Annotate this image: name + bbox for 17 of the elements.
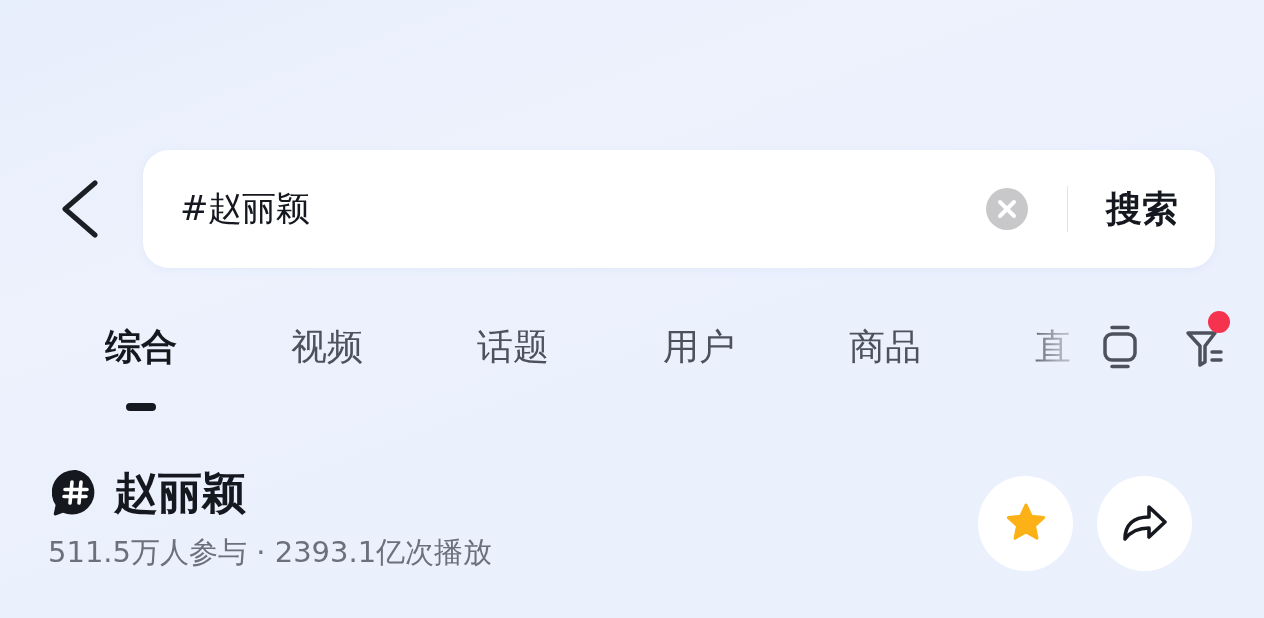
watch-button[interactable] [1103, 325, 1137, 369]
back-button[interactable] [60, 179, 100, 239]
tab[interactable]: 视频 [291, 325, 363, 369]
tab[interactable]: 话题 [477, 325, 549, 369]
search-button[interactable]: 搜索 [1106, 186, 1178, 232]
watch-icon [1103, 325, 1137, 369]
back-icon [62, 180, 98, 238]
star-icon [1004, 503, 1047, 543]
search-field[interactable]: #赵丽颖 搜索 [143, 150, 1215, 268]
tab[interactable]: 商品 [849, 325, 921, 369]
share-icon [1121, 503, 1168, 543]
topic-stats: 511.5万人参与 · 2393.1亿次播放 [48, 534, 493, 571]
topic-title: 赵丽颖 [114, 467, 246, 519]
tab[interactable]: 用户 [663, 325, 735, 369]
clear-icon [986, 188, 1028, 230]
filter-button[interactable] [1185, 311, 1230, 369]
tab[interactable]: 综合 [105, 325, 177, 369]
